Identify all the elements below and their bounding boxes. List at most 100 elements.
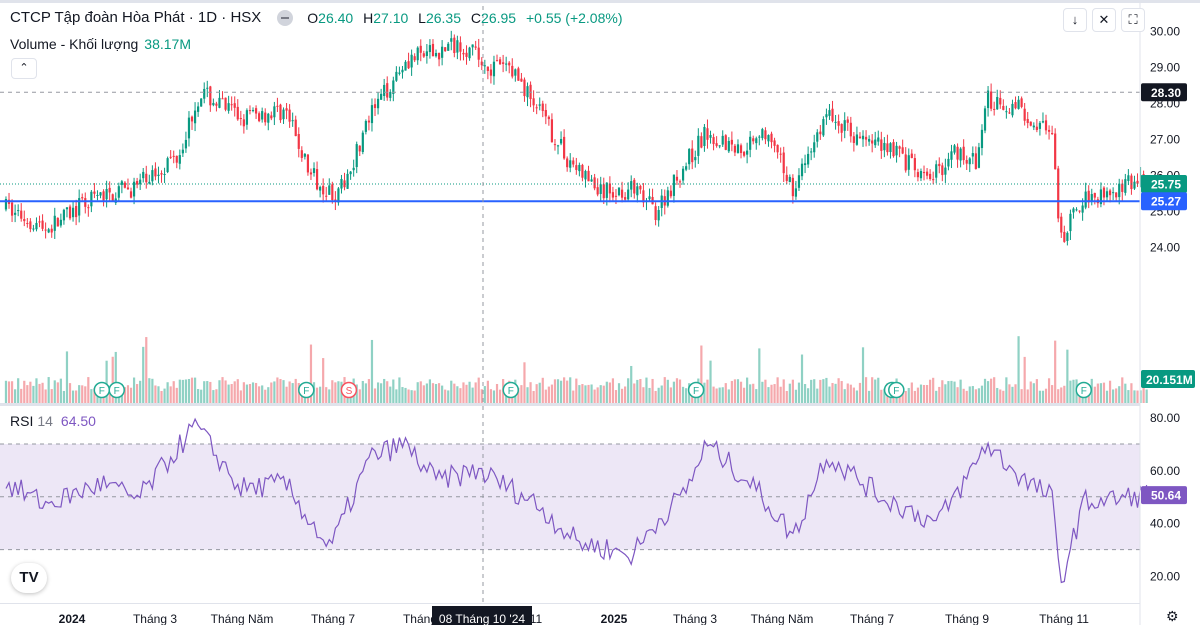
volume-bar <box>416 382 419 403</box>
price-badge-label: 25.27 <box>1151 195 1181 209</box>
time-tick-label: Tháng 9 <box>945 612 989 625</box>
symbol-legend[interactable]: CTCP Tập đoàn Hòa Phát · 1D · HSX O26.40… <box>10 9 628 26</box>
interval-label[interactable]: 1D <box>198 9 217 26</box>
volume-bar <box>578 385 581 403</box>
candle-body <box>322 185 325 195</box>
volume-bar <box>843 389 846 403</box>
rsi-legend[interactable]: RSI 14 64.50 <box>10 413 96 429</box>
volume-bar <box>749 384 752 403</box>
volume-bar <box>813 379 816 403</box>
candle-body <box>376 98 380 109</box>
volume-bar <box>1023 356 1026 403</box>
candle-body <box>822 119 825 136</box>
candle-body <box>395 71 398 81</box>
candle-body <box>1023 108 1026 121</box>
volume-bar <box>974 389 977 403</box>
volume-legend[interactable]: Volume - Khối lượng 38.17M <box>10 36 191 52</box>
candle-body <box>477 47 480 60</box>
tradingview-logo-icon[interactable]: TV <box>11 563 47 593</box>
candle-body <box>1054 133 1057 170</box>
candle-body <box>197 106 200 112</box>
collapse-icon[interactable]: ✕ <box>1092 8 1116 32</box>
candle-body <box>352 167 355 171</box>
candle-body <box>498 59 502 65</box>
candle-body <box>807 153 810 165</box>
volume-bar <box>17 378 20 403</box>
volume-bar <box>184 379 188 403</box>
candle-body <box>718 145 721 147</box>
volume-bar <box>267 387 270 403</box>
volume-bar <box>450 380 453 403</box>
volume-bar <box>197 389 200 403</box>
volume-bar <box>1093 386 1096 403</box>
arrow-down-icon[interactable]: ↓ <box>1063 8 1087 32</box>
volume-bar <box>904 390 907 403</box>
candle-body <box>230 104 233 106</box>
volume-bar <box>10 381 14 403</box>
volume-bar <box>837 378 840 403</box>
volume-bar <box>294 378 297 403</box>
maximize-icon[interactable]: ⛶ <box>1121 8 1145 32</box>
volume-bar <box>663 377 666 403</box>
volume-bar <box>129 387 133 403</box>
volume-bar <box>386 381 389 403</box>
candle-body <box>648 196 651 200</box>
candle-body <box>117 186 120 198</box>
volume-bar <box>959 379 962 403</box>
candle-body <box>10 202 14 216</box>
candle-body <box>184 139 188 149</box>
volume-bar <box>1029 381 1032 403</box>
candle-body <box>770 133 773 143</box>
chart-canvas[interactable]: FFFSFFFFF 32.0031.0030.0029.0028.0027.00… <box>0 0 1200 625</box>
candle-body <box>35 222 38 230</box>
candle-body <box>883 142 886 151</box>
volume-bar <box>1005 377 1008 403</box>
candle-body <box>944 167 947 175</box>
candle-body <box>44 229 47 231</box>
candle-body <box>261 111 264 120</box>
volume-bar <box>1112 389 1115 403</box>
candle-body <box>816 132 819 142</box>
volume-bar <box>666 379 669 403</box>
rsi-tick-label: 20.00 <box>1150 570 1180 584</box>
volume-bar <box>471 387 474 403</box>
candle-body <box>20 210 23 219</box>
collapse-legend-button[interactable]: ⌃ <box>11 58 37 79</box>
event-letter: S <box>346 386 353 397</box>
volume-bar <box>541 377 544 403</box>
gear-icon[interactable]: ⚙ <box>1166 608 1179 625</box>
volume-bar <box>383 378 386 403</box>
candle-body <box>681 168 685 181</box>
volume-bar <box>1063 385 1066 403</box>
candle-body <box>715 143 718 146</box>
volume-bar <box>523 362 526 403</box>
financial-event-icon: F <box>888 381 905 399</box>
candle-body <box>877 137 880 142</box>
ohlc-open-value: 26.40 <box>318 9 354 26</box>
candle-body <box>675 176 679 181</box>
candle-body <box>1078 210 1081 212</box>
candle-body <box>965 160 968 164</box>
candle-body <box>614 195 618 197</box>
candle-body <box>1121 183 1124 192</box>
symbol-name[interactable]: CTCP Tập đoàn Hòa Phát <box>10 9 185 26</box>
candle-body <box>1002 105 1005 110</box>
candle-body <box>962 146 965 161</box>
volume-bar <box>596 387 599 403</box>
candle-body <box>102 191 105 201</box>
candle-body <box>575 165 578 170</box>
candle-body <box>93 191 96 194</box>
volume-bar <box>910 382 913 403</box>
candle-body <box>251 110 255 112</box>
market-status-icon[interactable] <box>277 9 294 26</box>
price-tick-label: 24.00 <box>1150 240 1180 254</box>
volume-bar <box>1066 349 1069 403</box>
candle-body <box>300 150 303 158</box>
volume-bar <box>544 389 547 403</box>
candle-body <box>633 179 636 194</box>
volume-bar <box>227 384 230 403</box>
volume-bar <box>587 384 590 403</box>
candle-body <box>160 173 163 175</box>
candle-body <box>358 145 361 152</box>
volume-bar <box>56 382 59 403</box>
